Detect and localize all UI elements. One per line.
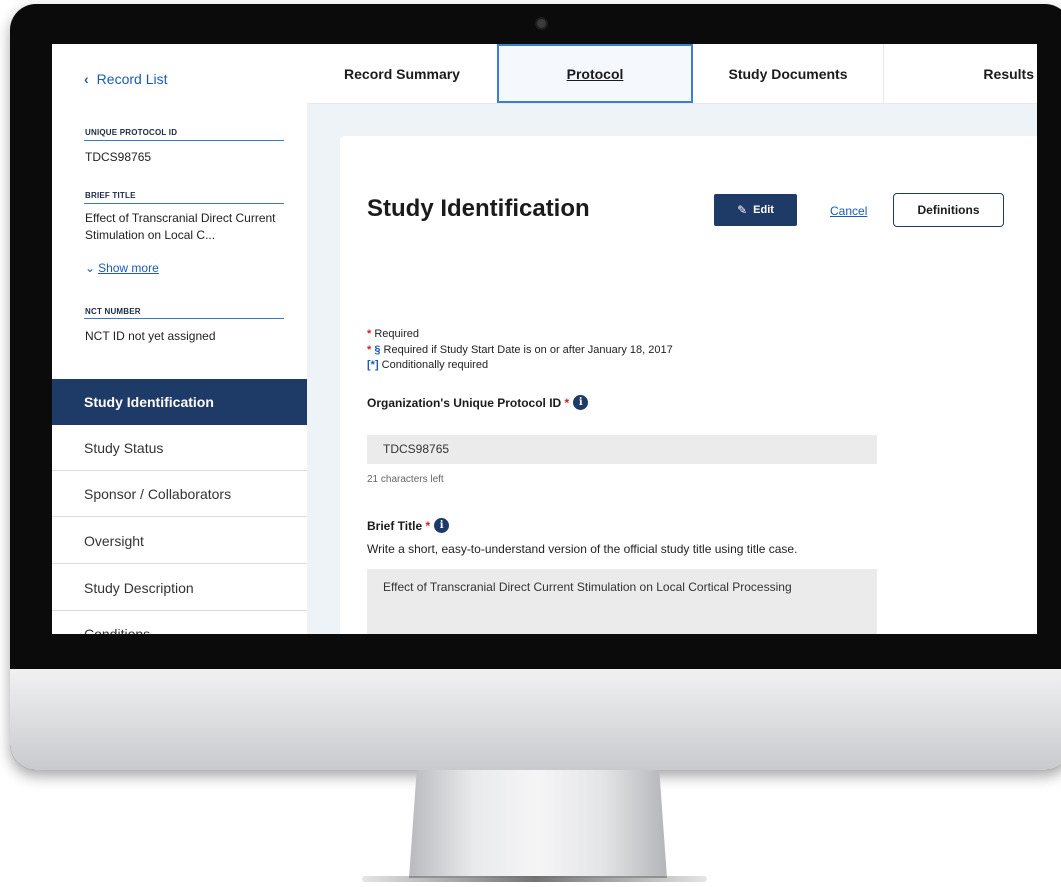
nav-item-sponsor-collaborators[interactable]: Sponsor / Collaborators bbox=[52, 471, 307, 517]
show-more-link[interactable]: ⌄ Show more bbox=[85, 261, 159, 275]
tab-record-summary[interactable]: Record Summary bbox=[307, 44, 497, 103]
required-star: * bbox=[564, 395, 570, 410]
nct-number-label: NCT NUMBER bbox=[85, 307, 141, 316]
sidebar: ‹ Record List UNIQUE PROTOCOL ID TDCS9876… bbox=[52, 44, 307, 634]
required-star: * bbox=[425, 518, 431, 533]
page-title: Study Identification bbox=[367, 195, 590, 222]
definitions-button[interactable]: Definitions bbox=[893, 193, 1004, 227]
nct-number-value: NCT ID not yet assigned bbox=[85, 329, 216, 343]
org-protocol-id-label: Organization's Unique Protocol ID * i bbox=[367, 395, 589, 410]
required-star: * bbox=[367, 328, 372, 340]
divider bbox=[84, 318, 284, 319]
legend-conditional-text: Conditionally required bbox=[381, 359, 489, 371]
legend-required: * Required bbox=[367, 328, 419, 340]
info-icon[interactable]: i bbox=[573, 395, 589, 410]
pencil-icon: ✎ bbox=[737, 203, 748, 217]
nav-item-study-identification[interactable]: Study Identification bbox=[52, 379, 307, 425]
unique-protocol-id-value: TDCS98765 bbox=[85, 150, 152, 164]
characters-left-hint: 21 characters left bbox=[367, 474, 444, 485]
tab-bar: Record Summary Protocol Study Documents … bbox=[307, 44, 1037, 104]
brief-title-field-label: Brief Title * i bbox=[367, 518, 450, 533]
monitor-stand bbox=[409, 770, 667, 878]
org-protocol-id-input[interactable]: TDCS98765 bbox=[367, 435, 877, 464]
stand-shadow bbox=[362, 876, 707, 882]
nav-item-study-status[interactable]: Study Status bbox=[52, 425, 307, 471]
camera-icon bbox=[537, 19, 546, 28]
monitor-chin bbox=[10, 669, 1061, 770]
screen: ‹ Record List UNIQUE PROTOCOL ID TDCS9876… bbox=[52, 44, 1037, 634]
legend-conditional: [*] Conditionally required bbox=[367, 359, 488, 371]
unique-protocol-id-label: UNIQUE PROTOCOL ID bbox=[85, 128, 178, 137]
main-content: Study Identification ✎ Edit Cancel Defini… bbox=[307, 104, 1037, 634]
legend-required-text: Required bbox=[374, 328, 419, 340]
chevron-left-icon: ‹ bbox=[84, 71, 89, 87]
cancel-link[interactable]: Cancel bbox=[830, 204, 867, 218]
nav-item-conditions[interactable]: Conditions bbox=[52, 611, 307, 635]
record-list-link[interactable]: ‹ Record List bbox=[84, 71, 167, 87]
tab-study-documents[interactable]: Study Documents bbox=[693, 44, 883, 103]
divider bbox=[84, 140, 284, 141]
brief-title-help: Write a short, easy-to-understand versio… bbox=[367, 542, 798, 556]
monitor-bezel: ‹ Record List UNIQUE PROTOCOL ID TDCS9876… bbox=[10, 4, 1061, 770]
tab-protocol[interactable]: Protocol bbox=[497, 44, 693, 103]
chevron-down-icon: ⌄ bbox=[85, 261, 96, 275]
divider bbox=[84, 203, 284, 204]
show-more-label: Show more bbox=[98, 261, 159, 275]
tab-results[interactable]: Results bbox=[884, 44, 1037, 103]
info-icon[interactable]: i bbox=[434, 518, 450, 533]
legend-required-if-text: Required if Study Start Date is on or af… bbox=[383, 344, 673, 356]
edit-button[interactable]: ✎ Edit bbox=[714, 194, 797, 226]
edit-label: Edit bbox=[753, 204, 774, 216]
record-list-label: Record List bbox=[96, 71, 168, 87]
org-protocol-id-label-text: Organization's Unique Protocol ID bbox=[367, 395, 562, 410]
conditional-symbol: [*] bbox=[367, 359, 379, 371]
legend-required-if: * § Required if Study Start Date is on o… bbox=[367, 344, 673, 356]
section-symbol: § bbox=[374, 344, 381, 356]
nav-item-oversight[interactable]: Oversight bbox=[52, 518, 307, 564]
brief-title-value: Effect of Transcranial Direct Current St… bbox=[85, 211, 276, 242]
required-star: * bbox=[367, 344, 372, 356]
brief-title-label-text: Brief Title bbox=[367, 518, 423, 533]
brief-title-textarea[interactable]: Effect of Transcranial Direct Current St… bbox=[367, 569, 877, 634]
study-identification-card: Study Identification ✎ Edit Cancel Defini… bbox=[340, 136, 1037, 634]
nav-item-study-description[interactable]: Study Description bbox=[52, 565, 307, 611]
brief-title-label: BRIEF TITLE bbox=[85, 191, 136, 200]
